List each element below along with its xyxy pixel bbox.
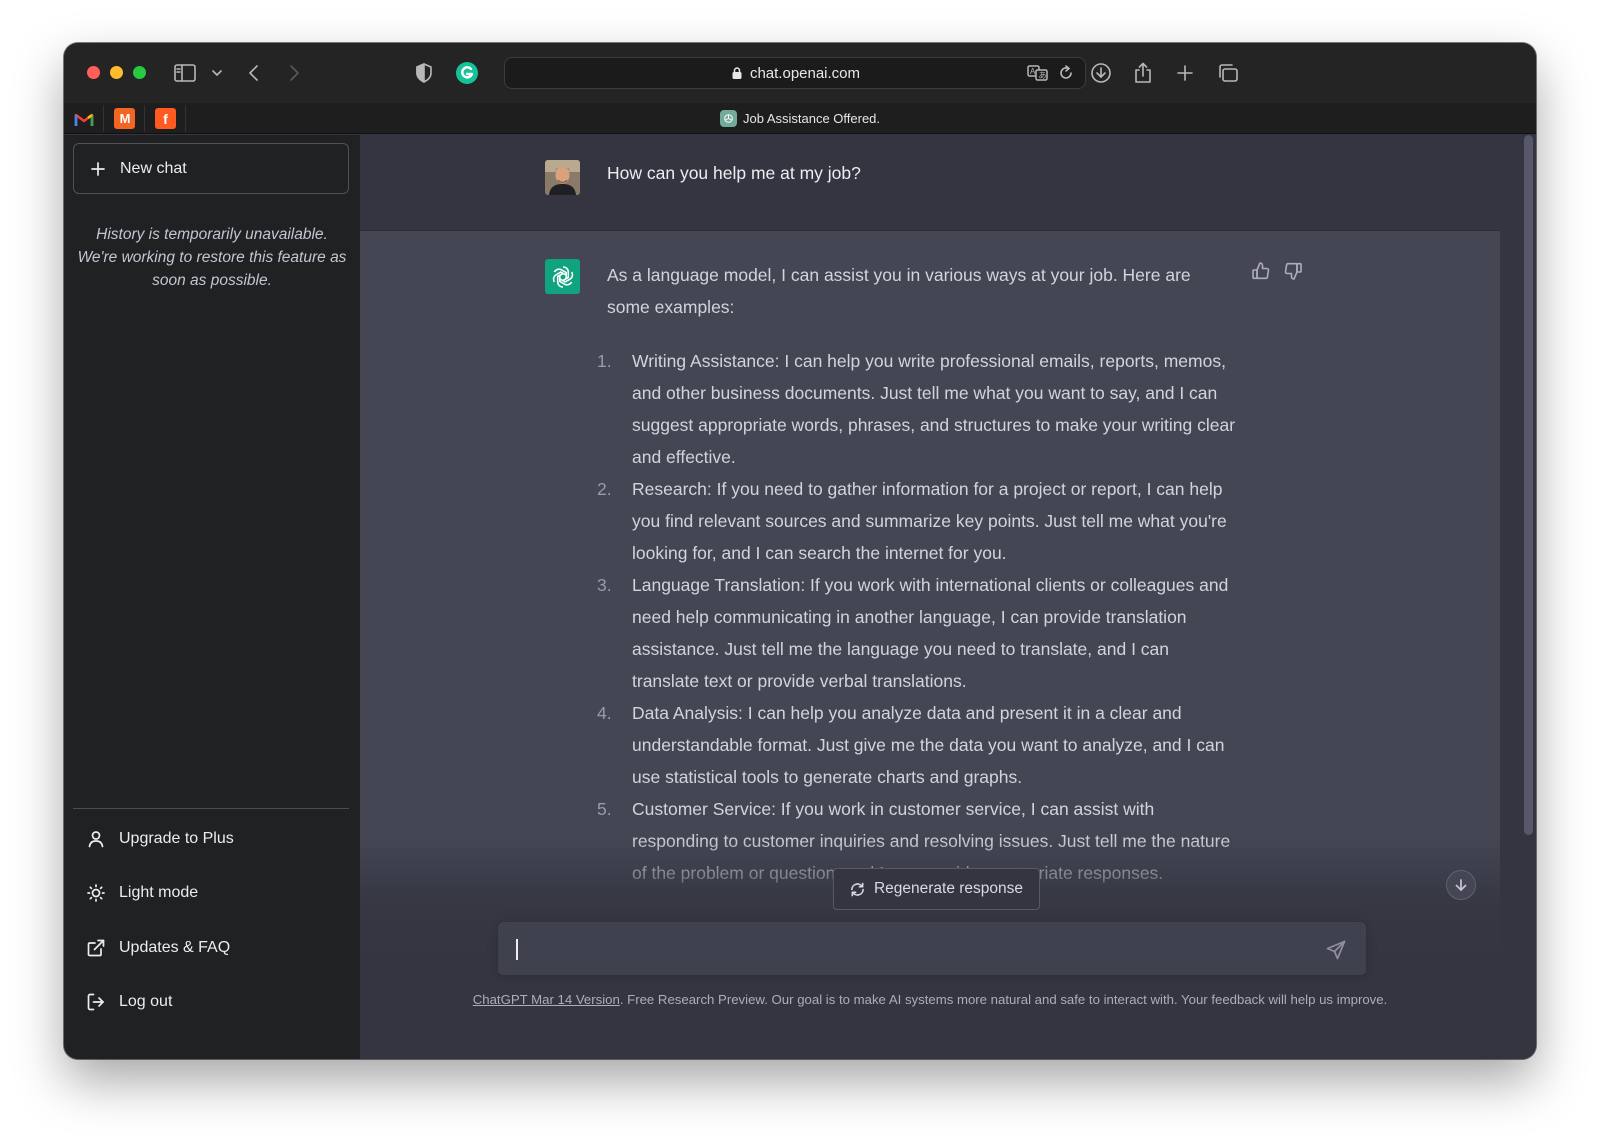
sidebar-item-upgrade[interactable]: Upgrade to Plus	[73, 817, 349, 861]
forward-icon[interactable]	[281, 60, 307, 86]
new-chat-button[interactable]: New chat	[73, 143, 349, 194]
translate-icon[interactable]: Aあ	[1027, 64, 1049, 82]
lock-icon	[732, 67, 742, 79]
list-item-text: Data Analysis: I can help you analyze da…	[632, 703, 1225, 787]
share-icon[interactable]	[1130, 60, 1156, 86]
message-composer[interactable]	[497, 921, 1367, 977]
user-avatar	[545, 160, 580, 195]
minimize-window-button[interactable]	[110, 66, 123, 79]
list-item: 4. Data Analysis: I can help you analyze …	[597, 697, 1237, 793]
refresh-icon	[851, 882, 864, 896]
user-message-text: How can you help me at my job?	[607, 163, 861, 183]
list-number: 5.	[597, 799, 612, 819]
sidebar-item-label: Light mode	[119, 884, 199, 901]
address-bar[interactable]: chat.openai.com Aあ	[504, 57, 1086, 89]
sun-icon	[87, 884, 105, 902]
sidebar-item-updates-faq[interactable]: Updates & FAQ	[73, 926, 349, 970]
openai-tab-icon	[719, 110, 737, 127]
scrollbar-thumb[interactable]	[1524, 135, 1533, 835]
downloads-icon[interactable]	[1088, 60, 1114, 86]
chevron-down-icon[interactable]	[204, 60, 230, 86]
sidebar-divider	[73, 808, 349, 809]
url-text: chat.openai.com	[749, 64, 861, 82]
user-message-row: How can you help me at my job?	[360, 135, 1500, 231]
favorites-bar: M f Job Assistance Offered.	[64, 103, 1536, 134]
plus-icon	[91, 161, 105, 176]
list-number: 4.	[597, 703, 612, 723]
new-tab-icon[interactable]	[1172, 60, 1198, 86]
footer-text: . Free Research Preview. Our goal is to …	[619, 992, 1388, 1007]
active-tab[interactable]: Job Assistance Offered.	[64, 110, 1536, 127]
thumbs-down-icon[interactable]	[1283, 261, 1305, 283]
chat-main: How can you help me at my job? As a lang…	[360, 135, 1536, 1059]
grammarly-icon[interactable]	[454, 60, 480, 86]
sidebar: New chat History is temporarily unavaila…	[64, 135, 360, 1059]
list-item: 3. Language Translation: If you work with…	[597, 569, 1237, 697]
assistant-message-text: As a language model, I can assist you in…	[597, 259, 1237, 889]
sidebar-item-label: Updates & FAQ	[119, 939, 231, 956]
version-link[interactable]: ChatGPT Mar 14 Version	[473, 992, 620, 1007]
reload-icon[interactable]	[1057, 64, 1075, 82]
thumbs-up-icon[interactable]	[1251, 261, 1273, 283]
list-item-text: Writing Assistance: I can help you write…	[632, 351, 1236, 467]
privacy-shield-icon[interactable]	[411, 60, 437, 86]
tab-title-text: Job Assistance Offered.	[742, 111, 881, 126]
zoom-window-button[interactable]	[133, 66, 146, 79]
list-number: 2.	[597, 479, 612, 499]
external-link-icon	[87, 939, 105, 957]
tab-overview-icon[interactable]	[1215, 60, 1241, 86]
arrow-down-icon	[1455, 879, 1467, 891]
assistant-intro: As a language model, I can assist you in…	[607, 265, 1191, 317]
footer-disclaimer: ChatGPT Mar 14 Version. Free Research Pr…	[360, 992, 1500, 1007]
browser-toolbar: chat.openai.com Aあ	[64, 43, 1536, 103]
sidebar-item-light-mode[interactable]: Light mode	[73, 871, 349, 915]
user-icon	[88, 831, 104, 848]
scrollbar[interactable]	[1500, 135, 1536, 1059]
send-button[interactable]	[1326, 940, 1346, 960]
close-window-button[interactable]	[87, 66, 100, 79]
logout-icon	[87, 993, 104, 1011]
sidebar-item-logout[interactable]: Log out	[73, 980, 349, 1024]
sidebar-toggle-icon[interactable]	[172, 60, 198, 86]
sidebar-item-label: Upgrade to Plus	[119, 830, 234, 847]
chatgpt-logo-icon	[545, 259, 580, 294]
send-icon	[1326, 940, 1346, 960]
list-number: 1.	[597, 351, 612, 371]
regenerate-response-button[interactable]: Regenerate response	[833, 868, 1040, 910]
sidebar-item-label: Log out	[119, 993, 173, 1010]
regenerate-label: Regenerate response	[873, 880, 1024, 897]
assistant-list: 1. Writing Assistance: I can help you wri…	[597, 345, 1237, 889]
back-icon[interactable]	[241, 60, 267, 86]
svg-text:あ: あ	[1039, 71, 1047, 80]
scroll-to-bottom-button[interactable]	[1446, 870, 1476, 900]
list-item: 1. Writing Assistance: I can help you wri…	[597, 345, 1237, 473]
list-item: 2. Research: If you need to gather inform…	[597, 473, 1237, 569]
browser-window: chat.openai.com Aあ M f Job Assistance Of…	[64, 43, 1536, 1059]
svg-text:A: A	[1030, 67, 1036, 76]
list-item-text: Language Translation: If you work with i…	[632, 575, 1229, 691]
list-number: 3.	[597, 575, 612, 595]
list-item-text: Research: If you need to gather informat…	[632, 479, 1227, 563]
history-unavailable-note: History is temporarily unavailable. We'r…	[77, 226, 347, 289]
message-input[interactable]	[516, 922, 1296, 977]
new-chat-label: New chat	[120, 159, 187, 177]
